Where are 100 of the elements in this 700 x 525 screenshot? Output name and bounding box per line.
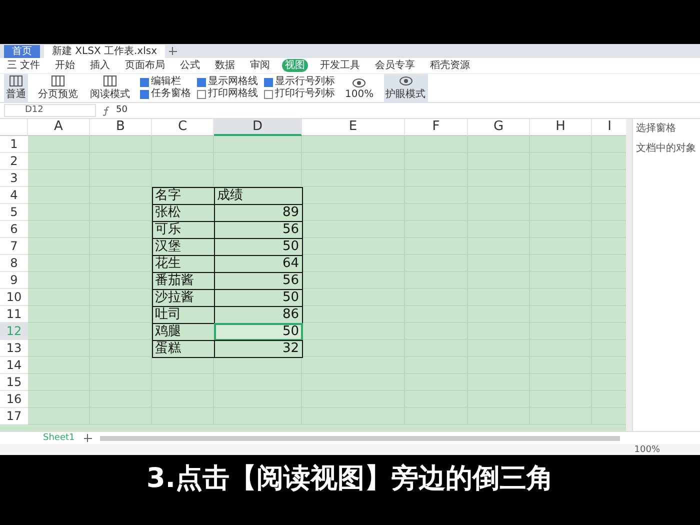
empty-cell[interactable] — [90, 357, 152, 374]
empty-cell[interactable] — [468, 136, 530, 153]
empty-cell[interactable] — [152, 357, 214, 374]
empty-cell[interactable] — [90, 272, 152, 289]
menu-tab[interactable]: 插入 — [87, 59, 114, 72]
column-header[interactable]: I — [592, 119, 626, 136]
column-header[interactable]: F — [405, 119, 468, 136]
empty-cell[interactable] — [152, 136, 214, 153]
empty-cell[interactable] — [90, 204, 152, 221]
column-header[interactable]: C — [152, 119, 214, 136]
empty-cell[interactable] — [302, 136, 405, 153]
row-header[interactable]: 16 — [0, 391, 28, 408]
empty-cell[interactable] — [405, 136, 468, 153]
empty-cell[interactable] — [302, 289, 405, 306]
ribbon-button[interactable]: 护眼模式 — [384, 74, 428, 102]
empty-cell[interactable] — [90, 170, 152, 187]
document-tab[interactable]: 首页 — [4, 44, 40, 58]
grid-icon — [9, 75, 23, 87]
column-header[interactable]: D — [214, 119, 302, 136]
vertical-scrollbar[interactable] — [626, 119, 632, 431]
empty-cell[interactable] — [90, 306, 152, 323]
column-header[interactable]: B — [90, 119, 152, 136]
zoom-level[interactable]: 100% — [634, 444, 660, 454]
row-header[interactable]: 13 — [0, 340, 28, 357]
empty-cell[interactable] — [302, 272, 405, 289]
row-header[interactable]: 4 — [0, 187, 28, 204]
view-option-checkbox[interactable]: 显示行号列标 — [264, 76, 335, 88]
row-header[interactable]: 11 — [0, 306, 28, 323]
pane-title: 选择窗格 — [636, 122, 677, 135]
empty-cell[interactable] — [302, 340, 405, 357]
view-option-checkbox[interactable]: 打印网格线 — [197, 88, 258, 100]
empty-cell[interactable] — [214, 357, 302, 374]
empty-cell[interactable] — [530, 136, 592, 153]
menu-tab[interactable]: 稻壳资源 — [427, 59, 474, 72]
empty-cell[interactable] — [302, 255, 405, 272]
menu-tab[interactable]: 数据 — [212, 59, 238, 72]
empty-cell[interactable] — [90, 221, 152, 238]
menu-tab[interactable]: 开始 — [52, 59, 78, 72]
menu-tab[interactable]: 审阅 — [247, 59, 274, 72]
empty-cell[interactable] — [90, 187, 152, 204]
menu-tab[interactable]: 会员专享 — [372, 59, 418, 72]
empty-cell[interactable] — [152, 170, 214, 187]
row-header[interactable]: 1 — [0, 136, 28, 153]
empty-cell[interactable] — [302, 238, 405, 255]
row-header[interactable]: 8 — [0, 255, 28, 272]
eye-icon — [352, 76, 366, 88]
empty-cell[interactable] — [302, 170, 405, 187]
empty-cell[interactable] — [302, 357, 405, 374]
grid-icon — [103, 75, 117, 87]
view-mode-button[interactable]: 普通 — [4, 74, 28, 102]
table-cell[interactable]: 32 — [214, 340, 303, 358]
table-header-cell: 名字 — [152, 187, 215, 205]
empty-cell[interactable] — [302, 204, 405, 221]
empty-cell[interactable] — [90, 255, 152, 272]
column-header[interactable]: G — [468, 119, 530, 136]
empty-cell[interactable] — [302, 187, 405, 204]
menu-tab[interactable]: 公式 — [177, 59, 204, 72]
view-mode-button[interactable]: 分页预览 — [36, 74, 80, 102]
select-all-corner[interactable] — [0, 119, 28, 136]
horizontal-scrollbar[interactable] — [100, 436, 620, 440]
empty-cell[interactable] — [90, 289, 152, 306]
empty-cell[interactable] — [90, 136, 152, 153]
row-header[interactable]: 6 — [0, 221, 28, 238]
empty-cell[interactable] — [214, 136, 302, 153]
pane-text: 文档中的对象 — [636, 142, 697, 155]
row-header[interactable]: 7 — [0, 238, 28, 255]
table-cell: 蛋糕 — [152, 340, 215, 358]
empty-cell[interactable] — [90, 323, 152, 340]
row-header[interactable]: 9 — [0, 272, 28, 289]
grid-icon — [51, 75, 65, 87]
column-header[interactable]: A — [28, 119, 90, 136]
row-header[interactable]: 15 — [0, 374, 28, 391]
empty-cell[interactable] — [302, 306, 405, 323]
table-cell[interactable]: 50 — [214, 323, 303, 341]
formula-field[interactable]: 50 — [116, 105, 696, 116]
view-mode-button[interactable]: 阅读模式 — [88, 74, 132, 102]
view-option-checkbox[interactable]: 任务窗格 — [140, 88, 191, 100]
empty-cell[interactable] — [302, 221, 405, 238]
empty-cell[interactable] — [214, 170, 302, 187]
menu-tab[interactable]: 页面布局 — [122, 59, 168, 72]
document-tab[interactable]: 新建 XLSX 工作表.xlsx — [44, 44, 165, 58]
empty-cell[interactable] — [90, 340, 152, 357]
column-header[interactable]: E — [302, 119, 405, 136]
row-header[interactable]: 14 — [0, 357, 28, 374]
row-header[interactable]: 10 — [0, 289, 28, 306]
view-option-checkbox[interactable]: 打印行号列标 — [264, 88, 335, 100]
name-box[interactable]: D12 — [4, 104, 96, 117]
row-header[interactable]: 17 — [0, 408, 28, 425]
row-header[interactable]: 5 — [0, 204, 28, 221]
menu-tab[interactable]: 三 文件 — [4, 59, 44, 72]
ribbon-button[interactable]: 100% — [343, 76, 376, 100]
row-header[interactable]: 2 — [0, 153, 28, 170]
row-header[interactable]: 3 — [0, 170, 28, 187]
view-option-checkbox[interactable]: 编辑栏 — [140, 76, 191, 88]
column-header[interactable]: H — [530, 119, 592, 136]
view-option-checkbox[interactable]: 显示网格线 — [197, 76, 258, 88]
menu-tab[interactable]: 开发工具 — [317, 59, 364, 72]
caption-text: 3.点击【阅读视图】旁边的倒三角 — [145, 462, 555, 496]
empty-cell[interactable] — [90, 238, 152, 255]
function-icon[interactable] — [102, 106, 110, 116]
